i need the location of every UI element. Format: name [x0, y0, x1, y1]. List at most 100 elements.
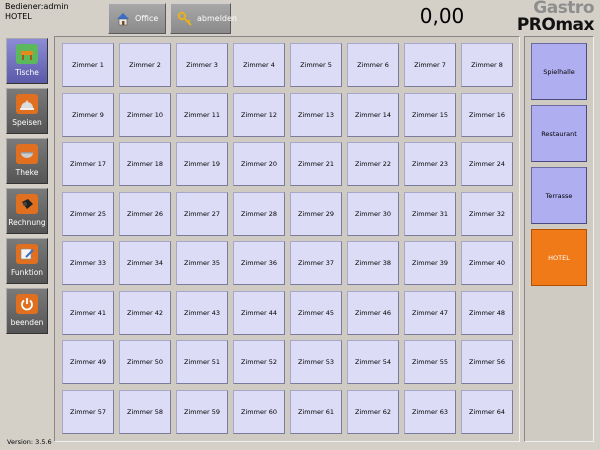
room-button[interactable]: Zimmer 24 — [461, 142, 513, 186]
room-button[interactable]: Zimmer 11 — [176, 92, 228, 137]
room-button[interactable]: Zimmer 39 — [404, 241, 456, 285]
room-button[interactable]: Zimmer 8 — [461, 43, 513, 87]
room-button[interactable]: Zimmer 9 — [62, 92, 114, 137]
room-button[interactable]: Zimmer 57 — [62, 389, 114, 434]
office-button[interactable]: Office — [108, 3, 166, 34]
room-button[interactable]: Zimmer 12 — [233, 92, 285, 137]
room-button[interactable]: Zimmer 26 — [119, 191, 171, 236]
room-button[interactable]: Zimmer 45 — [290, 290, 342, 335]
room-button[interactable]: Zimmer 16 — [461, 92, 513, 137]
room-button[interactable]: Zimmer 33 — [62, 241, 114, 285]
cloche-icon — [16, 94, 38, 114]
edit-icon — [16, 244, 38, 264]
main-sidebar: Tische Speisen Theke Rechnung Funktion b… — [6, 38, 51, 338]
room-button[interactable]: Zimmer 18 — [119, 142, 171, 186]
sidebar-item-label: Funktion — [10, 268, 44, 277]
sidebar-item-label: Speisen — [12, 118, 42, 127]
room-button[interactable]: Zimmer 20 — [233, 142, 285, 186]
area-button-spielhalle[interactable]: Spielhalle — [531, 43, 587, 100]
room-button[interactable]: Zimmer 56 — [461, 340, 513, 384]
house-icon — [115, 11, 131, 27]
room-button[interactable]: Zimmer 25 — [62, 191, 114, 236]
room-button[interactable]: Zimmer 58 — [119, 389, 171, 434]
room-button[interactable]: Zimmer 1 — [62, 43, 114, 87]
room-button[interactable]: Zimmer 55 — [404, 340, 456, 384]
area-button-restaurant[interactable]: Restaurant — [531, 105, 587, 162]
logo-line-2: PROmax — [516, 15, 595, 35]
sidebar-item-speisen[interactable]: Speisen — [6, 88, 48, 134]
logout-label: abmelden — [197, 14, 237, 23]
room-button[interactable]: Zimmer 46 — [347, 290, 399, 335]
cash-register-icon — [16, 194, 38, 214]
room-button[interactable]: Zimmer 52 — [233, 340, 285, 384]
room-button[interactable]: Zimmer 28 — [233, 191, 285, 236]
user-info: Bediener:admin HOTEL — [5, 2, 69, 22]
room-button[interactable]: Zimmer 2 — [119, 43, 171, 87]
room-button[interactable]: Zimmer 42 — [119, 290, 171, 335]
room-button[interactable]: Zimmer 13 — [290, 92, 342, 137]
room-button[interactable]: Zimmer 49 — [62, 340, 114, 384]
sidebar-item-tische[interactable]: Tische — [6, 38, 48, 84]
room-button[interactable]: Zimmer 6 — [347, 43, 399, 87]
room-button[interactable]: Zimmer 10 — [119, 92, 171, 137]
sidebar-item-label: Tische — [15, 68, 39, 77]
sidebar-item-label: Theke — [15, 168, 39, 177]
room-button[interactable]: Zimmer 59 — [176, 389, 228, 434]
room-button[interactable]: Zimmer 30 — [347, 191, 399, 236]
room-button[interactable]: Zimmer 14 — [347, 92, 399, 137]
room-button[interactable]: Zimmer 15 — [404, 92, 456, 137]
room-button[interactable]: Zimmer 64 — [461, 389, 513, 434]
room-button[interactable]: Zimmer 48 — [461, 290, 513, 335]
office-label: Office — [135, 14, 159, 23]
room-button[interactable]: Zimmer 29 — [290, 191, 342, 236]
room-button[interactable]: Zimmer 62 — [347, 389, 399, 434]
room-button[interactable]: Zimmer 36 — [233, 241, 285, 285]
room-button[interactable]: Zimmer 3 — [176, 43, 228, 87]
room-button[interactable]: Zimmer 23 — [404, 142, 456, 186]
room-button[interactable]: Zimmer 27 — [176, 191, 228, 236]
room-button[interactable]: Zimmer 35 — [176, 241, 228, 285]
room-button[interactable]: Zimmer 54 — [347, 340, 399, 384]
room-button[interactable]: Zimmer 22 — [347, 142, 399, 186]
room-button[interactable]: Zimmer 19 — [176, 142, 228, 186]
sidebar-item-theke[interactable]: Theke — [6, 138, 48, 184]
room-button[interactable]: Zimmer 31 — [404, 191, 456, 236]
logout-button[interactable]: abmelden — [170, 3, 237, 34]
room-button[interactable]: Zimmer 53 — [290, 340, 342, 384]
key-icon — [177, 11, 193, 27]
area-button-hotel[interactable]: HOTEL — [531, 229, 587, 286]
area-button-terrasse[interactable]: Terrasse — [531, 167, 587, 224]
room-button[interactable]: Zimmer 4 — [233, 43, 285, 87]
room-button[interactable]: Zimmer 38 — [347, 241, 399, 285]
room-grid: Zimmer 1 Zimmer 2 Zimmer 3 Zimmer 4 Zimmer 5… — [62, 43, 513, 434]
tables-icon — [16, 44, 38, 64]
room-button[interactable]: Zimmer 5 — [290, 43, 342, 87]
version-label: Version: 3.5.6 — [7, 438, 52, 446]
location-label: HOTEL — [5, 12, 32, 21]
total-amount: 0,00 — [419, 4, 465, 28]
sidebar-item-label: Rechnung — [8, 218, 46, 227]
room-button[interactable]: Zimmer 50 — [119, 340, 171, 384]
room-button[interactable]: Zimmer 17 — [62, 142, 114, 186]
room-button[interactable]: Zimmer 43 — [176, 290, 228, 335]
operator-label: Bediener:admin — [5, 2, 69, 11]
room-button[interactable]: Zimmer 21 — [290, 142, 342, 186]
room-button[interactable]: Zimmer 51 — [176, 340, 228, 384]
room-button[interactable]: Zimmer 41 — [62, 290, 114, 335]
room-button[interactable]: Zimmer 47 — [404, 290, 456, 335]
room-button[interactable]: Zimmer 34 — [119, 241, 171, 285]
area-panel: Spielhalle Restaurant Terrasse HOTEL — [524, 36, 594, 442]
room-button[interactable]: Zimmer 60 — [233, 389, 285, 434]
room-button[interactable]: Zimmer 61 — [290, 389, 342, 434]
room-button[interactable]: Zimmer 63 — [404, 389, 456, 434]
room-button[interactable]: Zimmer 37 — [290, 241, 342, 285]
room-button[interactable]: Zimmer 40 — [461, 241, 513, 285]
sidebar-item-beenden[interactable]: beenden — [6, 288, 48, 334]
room-button[interactable]: Zimmer 44 — [233, 290, 285, 335]
room-button[interactable]: Zimmer 32 — [461, 191, 513, 236]
sidebar-item-rechnung[interactable]: Rechnung — [6, 188, 48, 234]
room-button[interactable]: Zimmer 7 — [404, 43, 456, 87]
sidebar-item-funktion[interactable]: Funktion — [6, 238, 48, 284]
bowl-icon — [16, 144, 38, 164]
top-bar: Bediener:admin HOTEL Office abmelden 0,0… — [0, 0, 600, 35]
